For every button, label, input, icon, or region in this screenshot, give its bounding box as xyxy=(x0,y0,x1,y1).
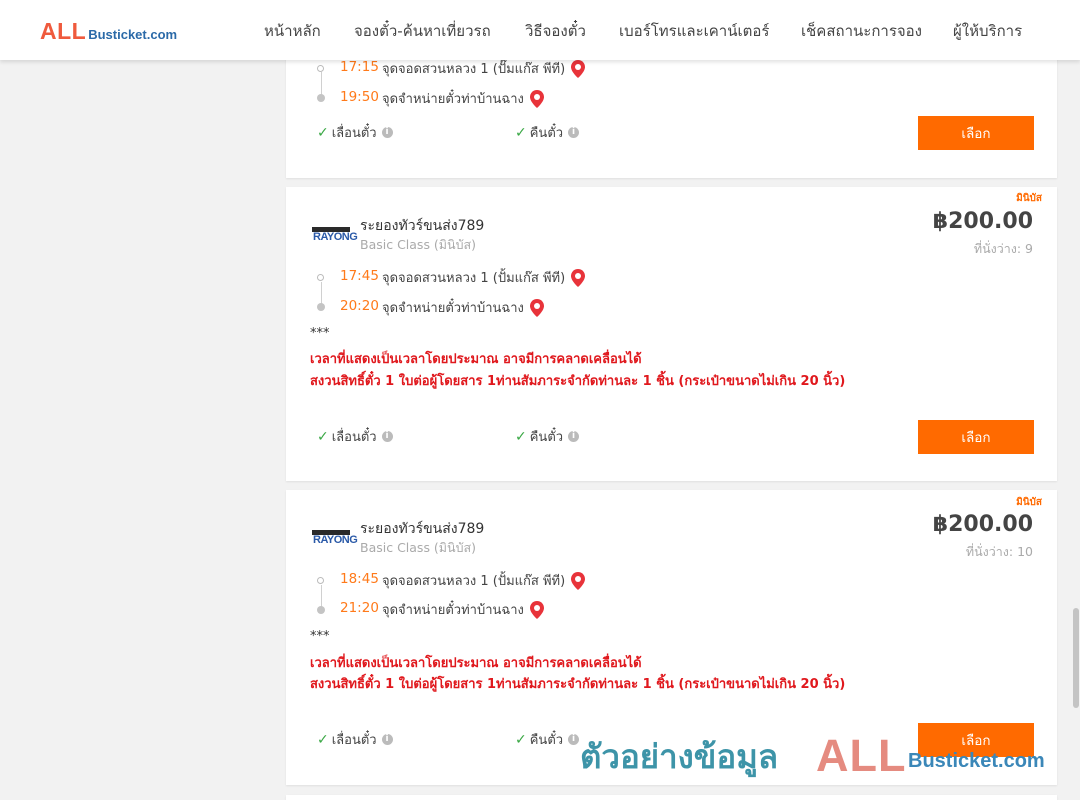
refund-feature: ✓ คืนตั๋ว i xyxy=(515,426,580,447)
bus-class: Basic Class (มินิบัส) xyxy=(360,237,477,252)
depart-place[interactable]: จุดจอดสวนหลวง 1 (ปั้มแก๊ส พีที) xyxy=(382,267,586,288)
depart-place-label: จุดจอดสวนหลวง 1 (ปั้มแก๊ส พีที) xyxy=(382,271,566,286)
timeline-depart-dot xyxy=(317,274,324,281)
nav-how-to-book[interactable]: วิธีจองตั๋ว xyxy=(525,19,586,43)
refund-feature: ✓ คืนตั๋ว i xyxy=(515,122,580,143)
select-button[interactable]: เลือก xyxy=(918,116,1034,150)
top-header: ALL Busticket.com หน้าหลัก จองตั๋ว-ค้นหา… xyxy=(0,0,1080,60)
timeline-depart-dot xyxy=(317,65,324,72)
operator-logo-text: RAYONG xyxy=(313,231,358,243)
baggage-policy: สงวนสิทธิ์ตั๋ว 1 ใบต่อผู้โดยสาร 1ท่านสัม… xyxy=(310,374,846,389)
info-icon[interactable]: i xyxy=(381,431,393,442)
depart-place-label: จุดจอดสวนหลวง 1 (ปั้มแก๊ส พีที) xyxy=(382,574,566,589)
note-marker: *** xyxy=(310,326,330,341)
arrive-place[interactable]: จุดจำหน่ายตั๋วท่าบ้านฉาง xyxy=(382,599,544,620)
scrollbar-thumb[interactable] xyxy=(1073,608,1079,708)
depart-place[interactable]: จุดจอดสวนหลวง 1 (ปั๊มแก๊ส พีที) xyxy=(382,58,586,79)
depart-time: 17:45 xyxy=(340,268,379,284)
ticket-price: ฿200.00 xyxy=(932,512,1033,537)
nav-operators[interactable]: ผู้ให้บริการ xyxy=(953,19,1022,43)
timeline-arrive-dot xyxy=(317,94,325,102)
seats-available: ที่นั่งว่าง: 10 xyxy=(965,544,1033,559)
check-icon: ✓ xyxy=(515,428,527,445)
time-disclaimer: เวลาที่แสดงเป็นเวลาโดยประมาณ อาจมีการคลา… xyxy=(310,656,642,671)
info-icon[interactable]: i xyxy=(381,127,393,138)
depart-place[interactable]: จุดจอดสวนหลวง 1 (ปั้มแก๊ส พีที) xyxy=(382,570,586,591)
check-icon: ✓ xyxy=(515,124,527,141)
map-pin-icon[interactable] xyxy=(571,571,586,590)
arrive-time: 19:50 xyxy=(340,89,379,105)
arrive-place-label: จุดจำหน่ายตั๋วท่าบ้านฉาง xyxy=(382,603,524,618)
main-nav: หน้าหลัก จองตั๋ว-ค้นหาเที่ยวรถ วิธีจองตั… xyxy=(0,19,1080,43)
map-pin-icon[interactable] xyxy=(571,59,586,78)
timeline-depart-dot xyxy=(317,577,324,584)
depart-time: 18:45 xyxy=(340,571,379,587)
operator-name: ระยองทัวร์ขนส่ง789 xyxy=(360,218,485,234)
note-marker: *** xyxy=(310,629,330,644)
select-button[interactable]: เลือก xyxy=(918,723,1034,757)
refund-label: คืนตั๋ว xyxy=(529,126,564,141)
operator-logo: RAYONG xyxy=(312,528,358,548)
select-button[interactable]: เลือก xyxy=(918,420,1034,454)
timeline-arrive-dot xyxy=(317,303,325,311)
map-pin-icon[interactable] xyxy=(529,89,544,108)
nav-booking-status[interactable]: เช็คสถานะการจอง xyxy=(801,19,922,43)
refund-label: คืนตั๋ว xyxy=(529,430,564,445)
refund-label: คืนตั๋ว xyxy=(529,733,564,748)
check-icon: ✓ xyxy=(317,124,329,141)
nav-home[interactable]: หน้าหลัก xyxy=(264,19,321,43)
ticket-price: ฿200.00 xyxy=(932,209,1033,234)
seats-available: ที่นั่งว่าง: 9 xyxy=(973,241,1033,256)
nav-phone-counter[interactable]: เบอร์โทรและเคาน์เตอร์ xyxy=(619,19,769,43)
nav-book-search[interactable]: จองตั๋ว-ค้นหาเที่ยวรถ xyxy=(354,19,491,43)
trip-card xyxy=(286,795,1057,800)
arrive-time: 21:20 xyxy=(340,600,379,616)
check-icon: ✓ xyxy=(317,428,329,445)
operator-logo: RAYONG xyxy=(312,225,358,245)
arrive-place[interactable]: จุดจำหน่ายตั๋วท่าบ้านฉาง xyxy=(382,88,544,109)
trip-card: มินิบัส RAYONG ระยองทัวร์ขนส่ง789 Basic … xyxy=(286,490,1057,785)
operator-name: ระยองทัวร์ขนส่ง789 xyxy=(360,521,485,537)
reschedule-label: เลื่อนตั๋ว xyxy=(331,126,377,141)
reschedule-feature: ✓ เลื่อนตั๋ว i xyxy=(317,729,393,750)
info-icon[interactable]: i xyxy=(568,734,580,745)
reschedule-feature: ✓ เลื่อนตั๋ว i xyxy=(317,122,393,143)
bus-type-tag: มินิบัส xyxy=(1016,193,1042,204)
check-icon: ✓ xyxy=(515,731,527,748)
map-pin-icon[interactable] xyxy=(529,298,544,317)
time-disclaimer: เวลาที่แสดงเป็นเวลาโดยประมาณ อาจมีการคลา… xyxy=(310,352,642,367)
depart-time: 17:15 xyxy=(340,59,379,75)
timeline-arrive-dot xyxy=(317,606,325,614)
reschedule-feature: ✓ เลื่อนตั๋ว i xyxy=(317,426,393,447)
arrive-time: 20:20 xyxy=(340,298,379,314)
bus-type-tag: มินิบัส xyxy=(1016,497,1042,508)
arrive-place[interactable]: จุดจำหน่ายตั๋วท่าบ้านฉาง xyxy=(382,297,544,318)
arrive-place-label: จุดจำหน่ายตั๋วท่าบ้านฉาง xyxy=(382,301,524,316)
trip-card: มินิบัส RAYONG ระยองทัวร์ขนส่ง789 Basic … xyxy=(286,187,1057,481)
page-scrollbar[interactable] xyxy=(1072,60,1080,800)
info-icon[interactable]: i xyxy=(568,127,580,138)
baggage-policy: สงวนสิทธิ์ตั๋ว 1 ใบต่อผู้โดยสาร 1ท่านสัม… xyxy=(310,677,846,692)
reschedule-label: เลื่อนตั๋ว xyxy=(331,733,377,748)
depart-place-label: จุดจอดสวนหลวง 1 (ปั๊มแก๊ส พีที) xyxy=(382,62,566,77)
bus-class: Basic Class (มินิบัส) xyxy=(360,540,477,555)
refund-feature: ✓ คืนตั๋ว i xyxy=(515,729,580,750)
map-pin-icon[interactable] xyxy=(571,268,586,287)
check-icon: ✓ xyxy=(317,731,329,748)
map-pin-icon[interactable] xyxy=(529,600,544,619)
info-icon[interactable]: i xyxy=(381,734,393,745)
arrive-place-label: จุดจำหน่ายตั๋วท่าบ้านฉาง xyxy=(382,92,524,107)
info-icon[interactable]: i xyxy=(568,431,580,442)
operator-logo-text: RAYONG xyxy=(313,534,358,546)
reschedule-label: เลื่อนตั๋ว xyxy=(331,430,377,445)
